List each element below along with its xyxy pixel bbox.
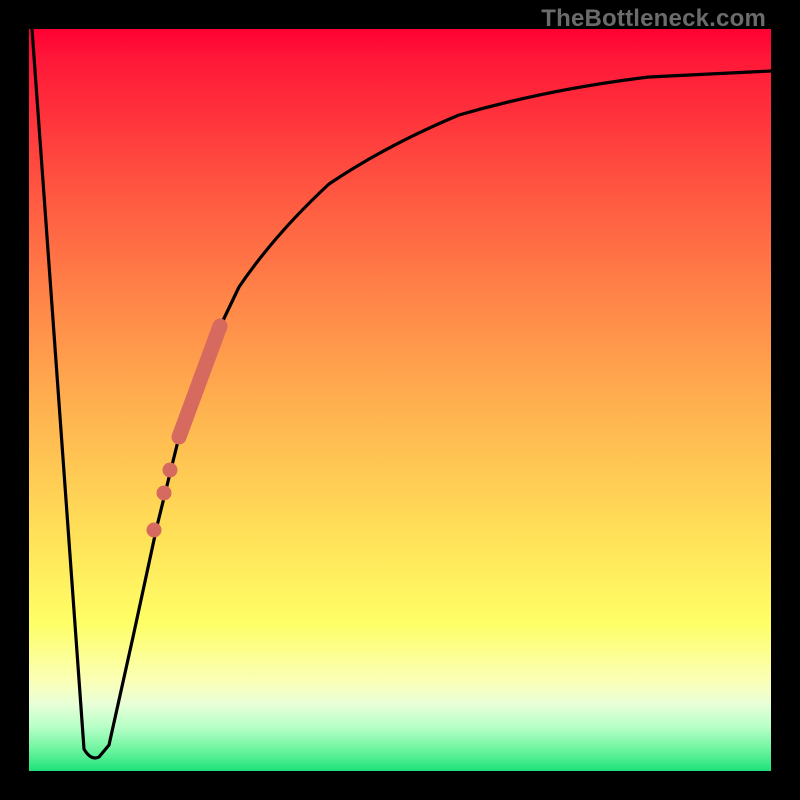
plot-area bbox=[29, 29, 771, 771]
attribution-watermark: TheBottleneck.com bbox=[541, 5, 766, 33]
bottleneck-curve bbox=[32, 29, 771, 758]
marker-dot bbox=[147, 523, 162, 538]
chart-frame: TheBottleneck.com bbox=[0, 0, 800, 800]
highlight-segment bbox=[179, 326, 220, 437]
marker-dot bbox=[163, 463, 178, 478]
curve-layer bbox=[29, 29, 771, 771]
marker-dot bbox=[157, 486, 172, 501]
